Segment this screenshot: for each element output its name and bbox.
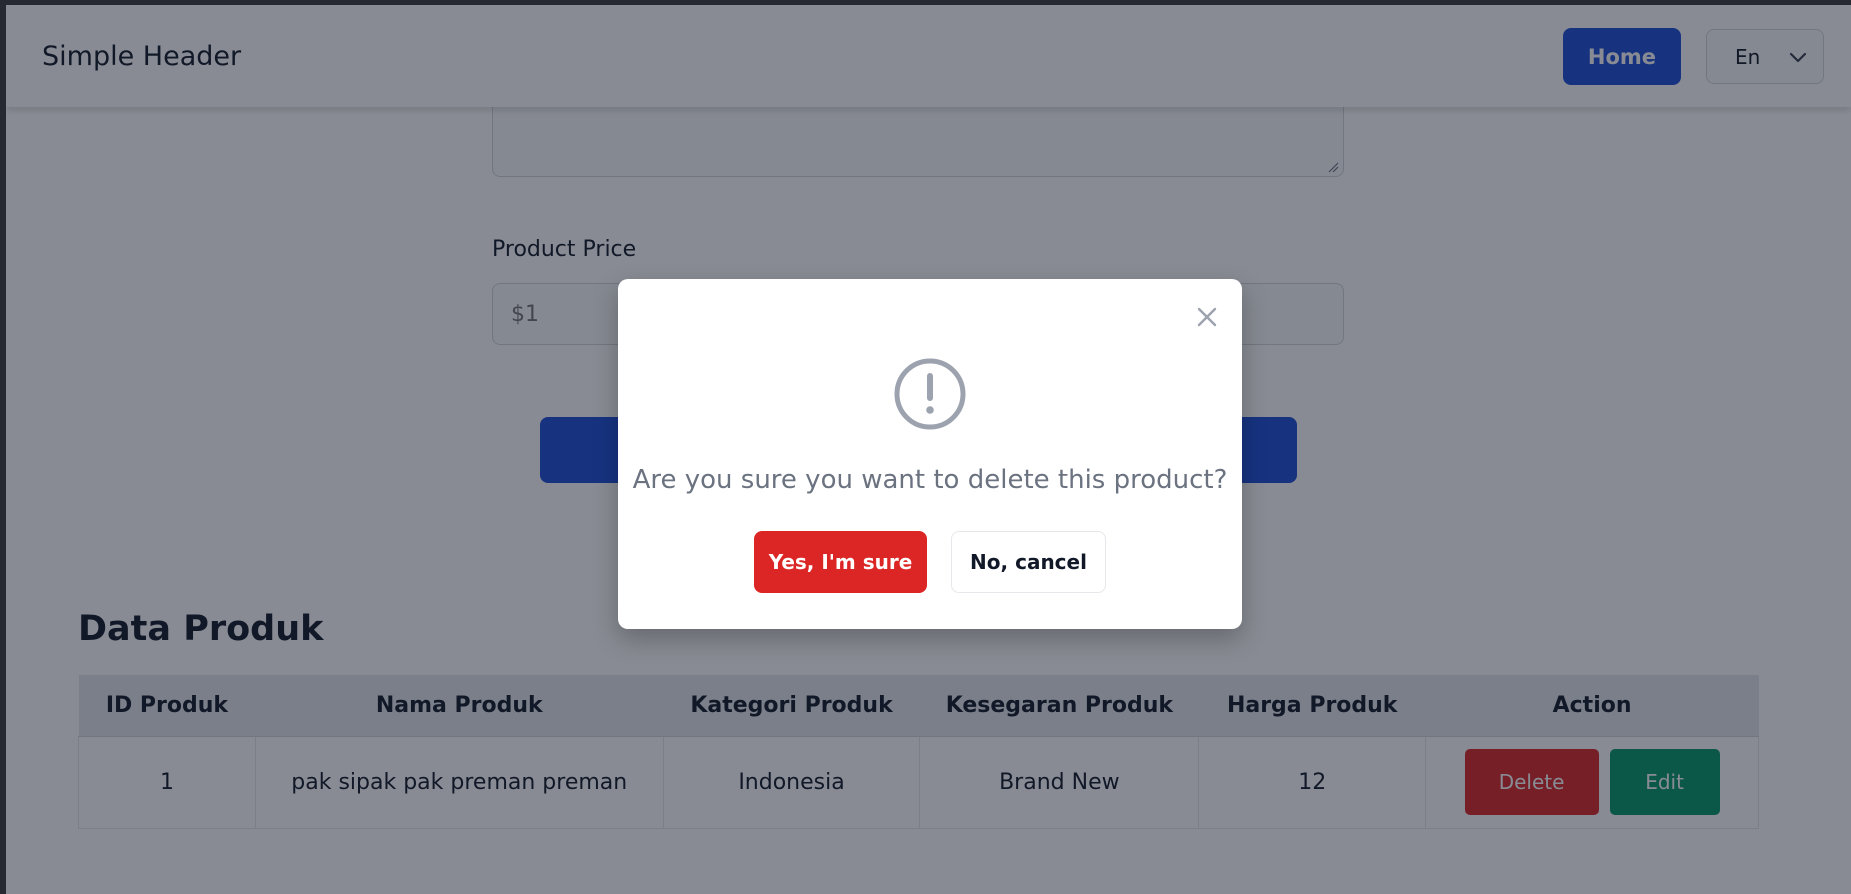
close-icon [1197, 307, 1217, 327]
confirm-delete-button[interactable]: Yes, I'm sure [754, 531, 927, 593]
modal-message: Are you sure you want to delete this pro… [632, 465, 1228, 495]
delete-confirm-modal: Are you sure you want to delete this pro… [618, 279, 1242, 629]
close-modal-button[interactable] [1191, 301, 1223, 333]
exclamation-circle-icon [894, 358, 966, 430]
cancel-button[interactable]: No, cancel [951, 531, 1106, 593]
